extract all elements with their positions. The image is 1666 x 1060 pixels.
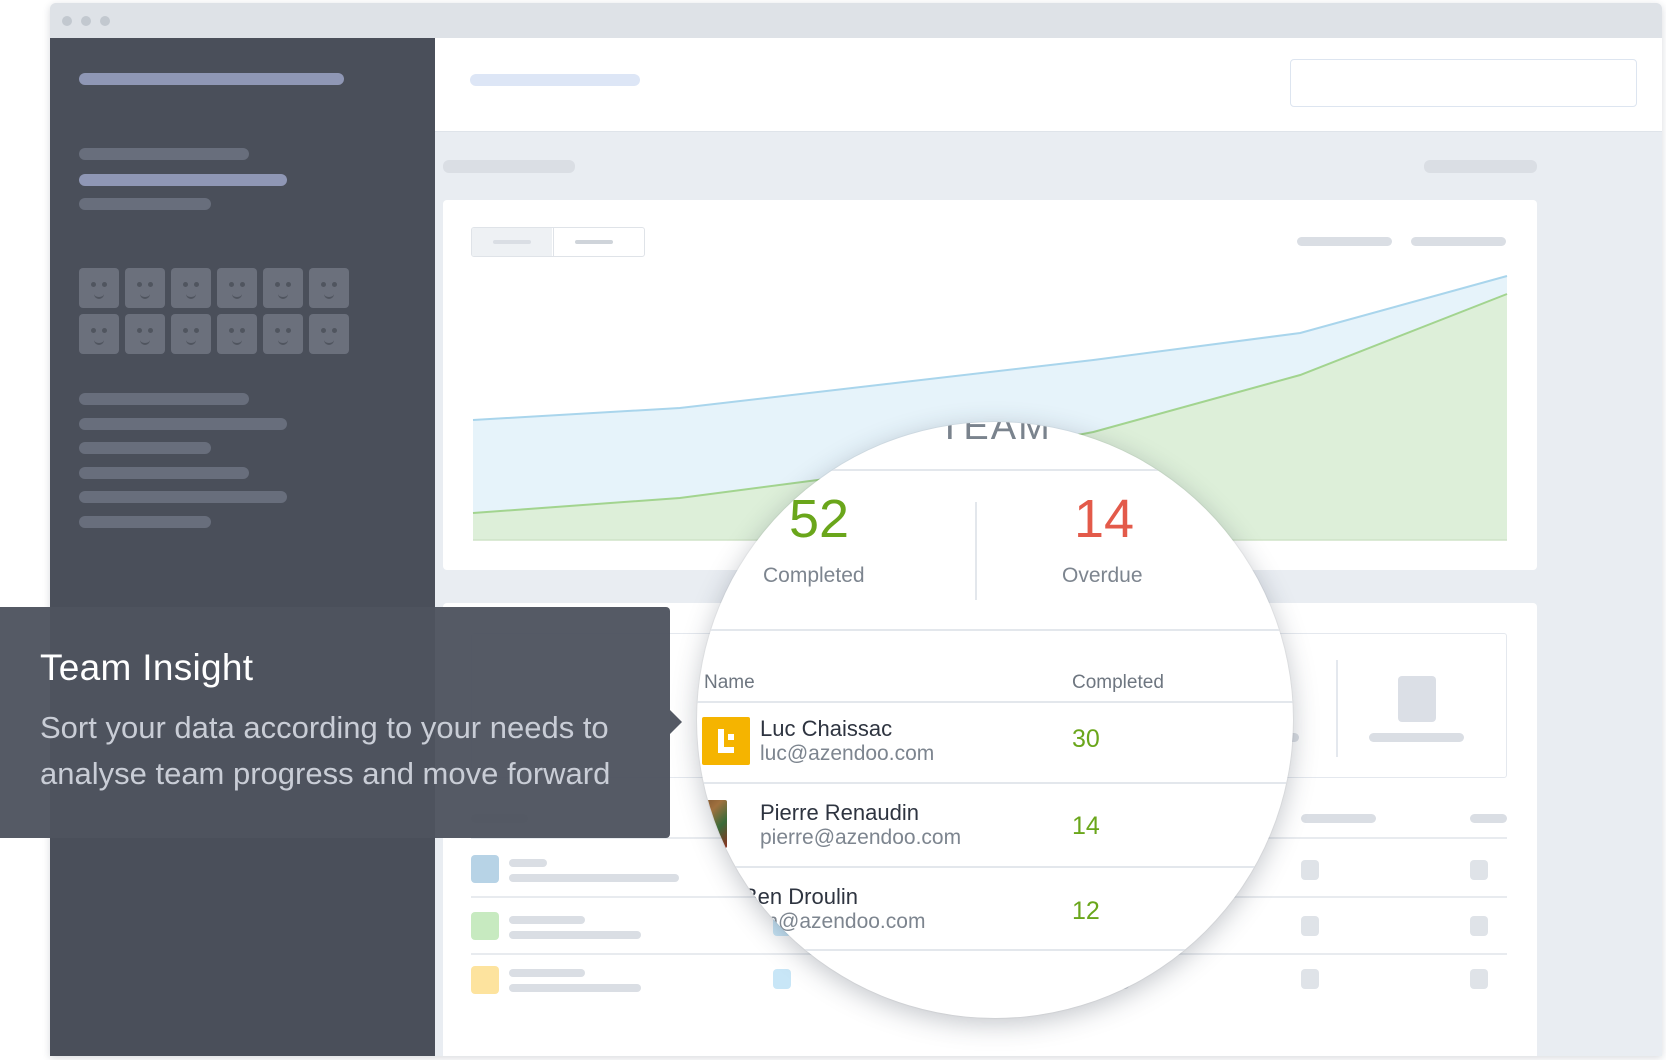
window-maximize-dot[interactable] (100, 16, 110, 26)
team-member-face-icon[interactable] (79, 268, 119, 308)
sidebar-list-item[interactable] (79, 516, 211, 528)
section-action-placeholder[interactable] (1424, 160, 1537, 173)
table-header-rule (697, 701, 1293, 703)
team-insight-tooltip: Team Insight Sort your data according to… (0, 607, 682, 838)
completed-count: 52 (789, 489, 850, 549)
member-completed-count: 14 (1072, 812, 1100, 840)
tooltip-title: Team Insight (40, 647, 254, 688)
team-member-face-icon[interactable] (309, 314, 349, 354)
sidebar-list-item[interactable] (79, 491, 287, 503)
team-member-face-icon[interactable] (217, 268, 257, 308)
team-section-title: TEAM (938, 422, 1052, 448)
sidebar-list-item[interactable] (79, 467, 249, 479)
team-member-face-icon[interactable] (263, 268, 303, 308)
task-color-square (471, 855, 499, 883)
stat-icon-placeholder (1398, 676, 1436, 722)
team-member-face-icon[interactable] (171, 314, 211, 354)
sidebar-nav-item[interactable] (79, 148, 249, 160)
user-avatar-photo (697, 800, 727, 848)
member-email: pierre@azendoo.com (760, 826, 962, 849)
task-color-square (471, 912, 499, 940)
sidebar-list-item[interactable] (79, 418, 287, 430)
sidebar-list-item[interactable] (79, 442, 211, 454)
team-member-face-icon[interactable] (217, 314, 257, 354)
team-member-face-icon[interactable] (309, 268, 349, 308)
divider (697, 469, 1293, 471)
page-title-placeholder (470, 74, 640, 86)
member-name: Pierre Renaudin (760, 800, 919, 825)
window-titlebar (50, 3, 1662, 38)
task-color-square (471, 966, 499, 994)
member-completed-count: 12 (1072, 897, 1100, 925)
completed-label: Completed (763, 564, 865, 587)
divider (697, 629, 1293, 631)
tooltip-description: Sort your data according to your needs t… (40, 710, 611, 791)
sidebar-title-placeholder (79, 73, 344, 85)
sidebar-nav-item-active[interactable] (79, 174, 287, 186)
overdue-count: 14 (1074, 489, 1135, 549)
member-email: ben@azendoo.com (743, 910, 926, 933)
member-name: Luc Chaissac (760, 716, 893, 741)
member-name: Ben Droulin (743, 884, 858, 909)
window-close-dot[interactable] (62, 16, 72, 26)
team-member-face-icon[interactable] (125, 314, 165, 354)
row-divider (697, 949, 1293, 951)
sidebar-nav-item[interactable] (79, 198, 211, 210)
user-avatar-logo (702, 717, 750, 765)
team-member-face-icon[interactable] (263, 314, 303, 354)
team-member-face-icon[interactable] (125, 268, 165, 308)
section-heading-placeholder (443, 160, 575, 173)
column-header-completed[interactable]: Completed (1072, 672, 1164, 694)
top-bar (435, 38, 1662, 132)
row-divider (697, 782, 1293, 784)
window-minimize-dot[interactable] (81, 16, 91, 26)
search-input[interactable] (1290, 59, 1637, 107)
row-divider (697, 866, 1293, 868)
team-magnifier-lens: TEAM 52 Completed 14 Overdue Name Comple… (697, 422, 1293, 1018)
stats-divider (975, 502, 977, 600)
team-member-face-icon[interactable] (79, 314, 119, 354)
sidebar (50, 38, 435, 1056)
team-member-face-icon[interactable] (171, 268, 211, 308)
member-email: luc@azendoo.com (760, 742, 935, 765)
overdue-label: Overdue (1062, 564, 1143, 587)
sidebar-list-item[interactable] (79, 393, 249, 405)
member-completed-count: 30 (1072, 725, 1100, 753)
column-header-name[interactable]: Name (704, 672, 755, 694)
